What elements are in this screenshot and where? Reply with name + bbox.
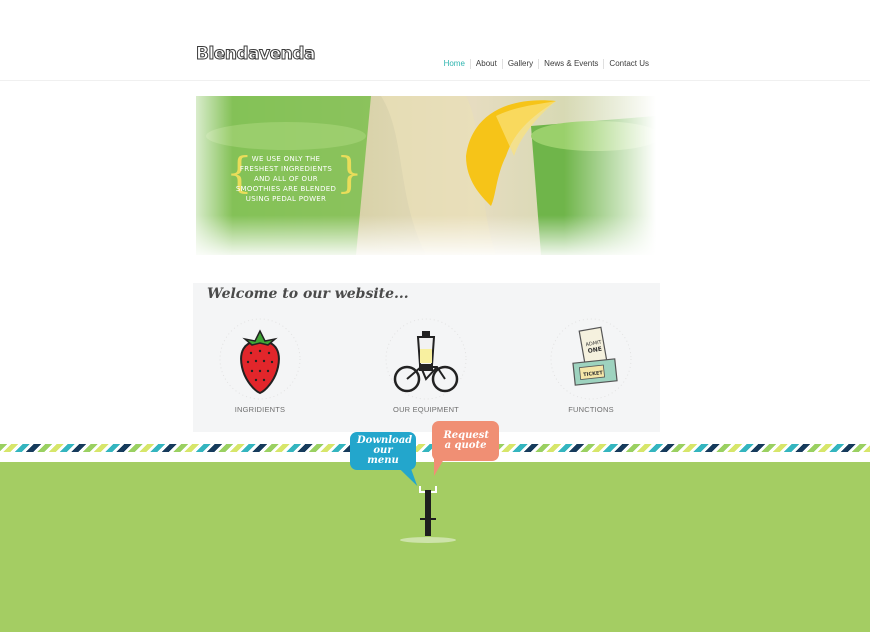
feature-ingredients[interactable]: Ingridients (205, 317, 315, 417)
nav-item-news-events[interactable]: News & Events (538, 59, 603, 69)
strawberry-icon (219, 318, 301, 400)
welcome-panel: Welcome to our website... Ingridients (193, 283, 660, 432)
feature-label-equipment: Our equipment (393, 405, 459, 414)
bike-handlebar-icon (400, 486, 456, 543)
request-quote-button[interactable]: Request a quote (432, 421, 499, 461)
feature-equipment[interactable]: Our equipment (371, 317, 481, 417)
main-nav: Home About Gallery News & Events Contact… (439, 59, 654, 69)
nav-item-about[interactable]: About (469, 59, 502, 69)
bike-blender-icon (385, 318, 467, 400)
ticket-icon: ADMIT ONE TICKET (550, 318, 632, 400)
right-brace-icon: } (336, 148, 363, 197)
download-menu-button[interactable]: Download our menu (350, 432, 416, 470)
feature-functions[interactable]: ADMIT ONE TICKET Functions (536, 317, 646, 417)
welcome-title: Welcome to our website... (207, 286, 409, 302)
nav-item-home[interactable]: Home (439, 59, 470, 69)
nav-item-contact-us[interactable]: Contact Us (603, 59, 654, 69)
site-logo[interactable]: Blendavenda (196, 44, 316, 65)
quote-bubble-tail (434, 459, 444, 476)
feature-label-ingredients: Ingridients (234, 405, 286, 414)
site-header: Blendavenda Home About Gallery News & Ev… (0, 0, 870, 81)
hero-quote: We use only the freshest ingredients and… (235, 155, 337, 203)
download-menu-label: Download our menu (357, 435, 413, 466)
feature-label-functions: Functions (568, 405, 614, 414)
request-quote-label: Request a quote (443, 430, 490, 451)
nav-item-gallery[interactable]: Gallery (501, 59, 538, 69)
hero-banner: { } We use only the freshest ingredients… (196, 96, 656, 255)
